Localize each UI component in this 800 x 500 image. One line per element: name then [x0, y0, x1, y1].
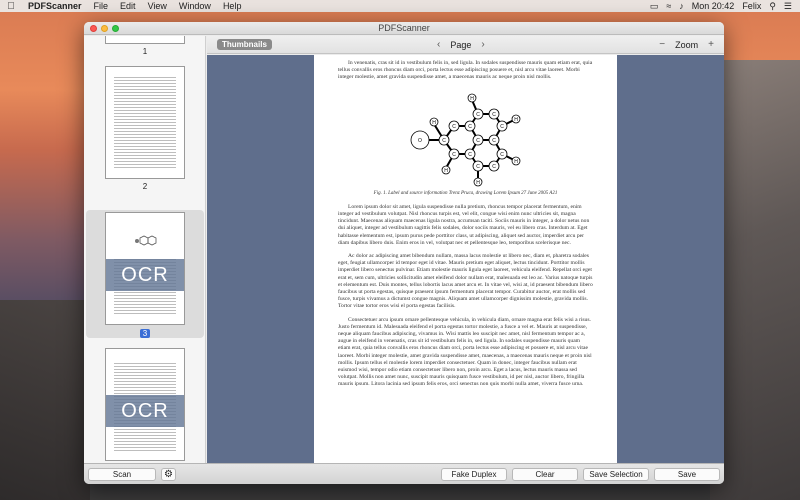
app-menu[interactable]: PDFScanner	[22, 1, 88, 11]
svg-text:C: C	[452, 152, 456, 158]
thumbnail-page-2[interactable]: 2	[98, 66, 192, 191]
menu-view[interactable]: View	[142, 1, 173, 11]
thumbnail-number-selected: 3	[139, 329, 151, 338]
molecule-thumbnail-icon	[135, 235, 157, 246]
thumbnail-number: 1	[142, 47, 148, 56]
scan-button[interactable]: Scan	[88, 468, 156, 481]
svg-text:H: H	[476, 180, 480, 186]
ocr-badge: OCR	[106, 395, 184, 427]
app-window: PDFScanner 1 2 OCR 3 OCR Thumbnails ‹ Pa…	[84, 22, 724, 484]
page-label: Page	[450, 39, 472, 50]
thumbnail-number: 2	[142, 182, 148, 191]
notification-center-icon[interactable]: ☰	[784, 1, 792, 12]
window-title: PDFScanner	[378, 23, 430, 33]
spotlight-search-icon[interactable]: ⚲	[769, 1, 776, 12]
menu-file[interactable]: File	[88, 1, 115, 11]
airplay-icon[interactable]: ▭	[650, 1, 659, 12]
fake-duplex-button[interactable]: Fake Duplex	[441, 468, 507, 481]
molecule-diagram: O C C C C C C C C C C C C C H H H H H H	[410, 93, 520, 187]
svg-text:C: C	[442, 138, 446, 144]
document-view[interactable]: In venenatis, cras sit id in vestibulum …	[207, 55, 724, 463]
menubar-user[interactable]: Felix	[742, 1, 761, 11]
thumbnail-image	[105, 36, 185, 44]
clear-button[interactable]: Clear	[512, 468, 578, 481]
bottom-bar: Scan ⚙ Fake Duplex Clear Save Selection …	[84, 463, 724, 484]
thumbnail-page-3[interactable]: OCR 3	[98, 212, 192, 339]
thumbnail-image	[105, 66, 185, 179]
svg-text:C: C	[476, 112, 480, 118]
svg-text:H: H	[514, 159, 518, 165]
svg-text:C: C	[468, 124, 472, 130]
desktop-wallpaper-rocks-left	[0, 300, 90, 500]
svg-text:H: H	[470, 96, 474, 102]
svg-text:C: C	[452, 124, 456, 130]
thumbnail-sidebar[interactable]: 1 2 OCR 3 OCR 4	[84, 36, 206, 463]
svg-text:C: C	[492, 112, 496, 118]
previous-page-icon[interactable]: ‹	[437, 39, 440, 50]
document-page: In venenatis, cras sit id in vestibulum …	[314, 55, 617, 463]
menu-help[interactable]: Help	[217, 1, 248, 11]
svg-text:H: H	[444, 168, 448, 174]
document-paragraph: In venenatis, cras sit id in vestibulum …	[338, 60, 593, 81]
menu-bar:  PDFScanner File Edit View Window Help …	[0, 0, 800, 12]
thumbnail-page-4[interactable]: OCR 4	[98, 348, 192, 463]
svg-text:O: O	[418, 138, 422, 144]
zoom-controls: − Zoom +	[659, 39, 714, 50]
svg-text:C: C	[476, 138, 480, 144]
menu-window[interactable]: Window	[173, 1, 217, 11]
thumbnail-page-1[interactable]: 1	[98, 36, 192, 56]
wifi-icon[interactable]: ≈	[666, 1, 671, 11]
svg-text:C: C	[468, 152, 472, 158]
svg-text:C: C	[500, 124, 504, 130]
next-page-icon[interactable]: ›	[481, 39, 484, 50]
figure-caption: Fig. 1. Label and source information Tre…	[373, 190, 558, 196]
title-bar: PDFScanner	[84, 22, 724, 35]
zoom-out-icon[interactable]: −	[659, 39, 665, 50]
menubar-clock[interactable]: Mon 20:42	[692, 1, 735, 11]
ocr-badge: OCR	[106, 259, 184, 291]
thumbnails-toggle-button[interactable]: Thumbnails	[217, 39, 272, 50]
settings-gear-icon[interactable]: ⚙	[161, 468, 176, 481]
document-paragraph: Consectetuer arcu ipsum ornare pellentes…	[338, 316, 592, 388]
menu-edit[interactable]: Edit	[114, 1, 142, 11]
zoom-label: Zoom	[675, 39, 699, 50]
thumbnail-image: OCR	[105, 348, 185, 461]
document-paragraph: Ac dolor ac adipiscing amet bibendum nul…	[338, 253, 593, 310]
save-button[interactable]: Save	[654, 468, 720, 481]
volume-icon[interactable]: ♪	[679, 1, 684, 11]
svg-text:C: C	[476, 164, 480, 170]
svg-text:C: C	[500, 152, 504, 158]
save-selection-button[interactable]: Save Selection	[583, 468, 649, 481]
svg-text:C: C	[492, 138, 496, 144]
svg-text:H: H	[432, 120, 436, 126]
zoom-in-icon[interactable]: +	[708, 39, 714, 50]
viewer-toolbar: Thumbnails ‹ Page › − Zoom +	[207, 36, 724, 54]
svg-text:C: C	[492, 164, 496, 170]
document-paragraph: Lorem ipsum dolor sit amet, ligula suspe…	[338, 203, 590, 246]
thumbnail-image: OCR	[105, 212, 185, 325]
page-navigation: ‹ Page ›	[437, 39, 485, 50]
apple-menu-icon[interactable]: 	[0, 1, 22, 12]
svg-text:H: H	[514, 117, 518, 123]
